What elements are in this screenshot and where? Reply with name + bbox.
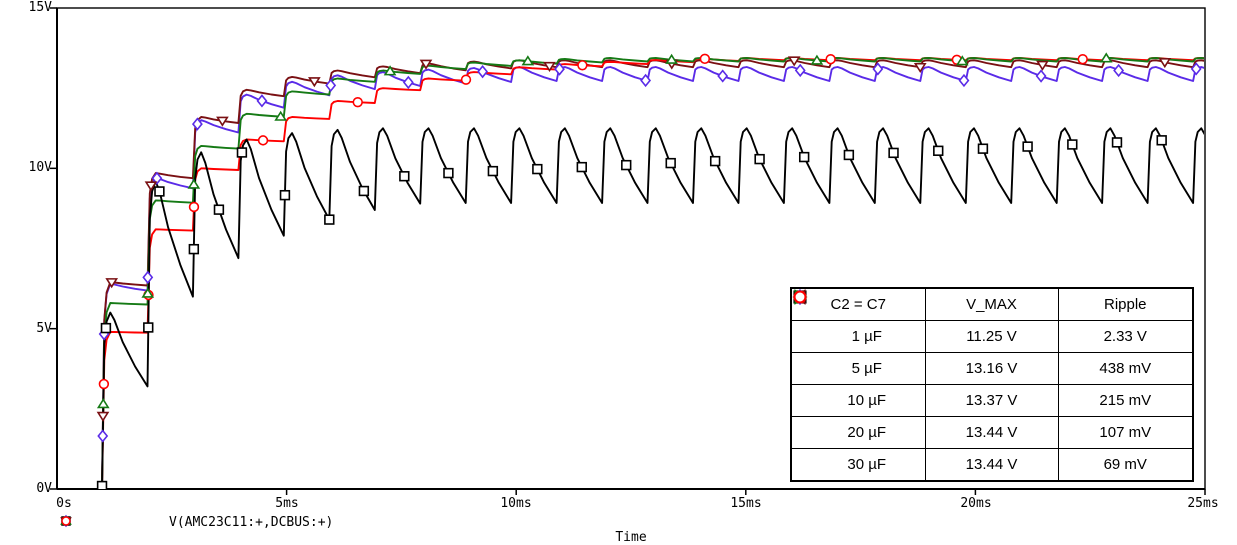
results-annotation-table: C2 = C7 V_MAX Ripple 1 µF 11.25 V 2.33 V… [790,287,1194,482]
diamond-marker-icon [796,65,805,76]
square-marker-icon [622,161,631,170]
ripple-value: 69 mV [1058,449,1193,482]
square-marker-icon [189,245,198,254]
vmax-value: 13.44 V [925,417,1058,449]
circle-marker-icon [353,98,362,107]
diamond-marker-icon [404,77,413,88]
square-marker-icon [238,148,247,157]
square-marker-icon [934,146,943,155]
diamond-marker-icon [1037,71,1046,82]
triangle-up-marker-icon [98,400,108,408]
triangle-down-marker-icon [100,514,121,530]
square-marker-icon [1157,136,1166,145]
diamond-marker-icon [718,71,727,82]
x-tick-label-0s: 0s [56,497,72,511]
square-marker-icon [400,172,409,181]
circle-marker-icon [578,61,587,70]
x-tick-label-25ms: 25ms [1187,497,1218,511]
diamond-marker-icon [326,80,335,91]
y-tick-label-0v: 0V [12,482,52,496]
table-header-row: C2 = C7 V_MAX Ripple [791,288,1193,321]
square-marker-icon [488,167,497,176]
diamond-marker-icon [143,272,152,283]
trace-expression-label: V(AMC23C11:+,DCBUS:+) [169,515,333,530]
x-tick-label-15ms: 15ms [730,497,761,511]
triangle-up-marker-icon [189,180,199,188]
circle-marker-icon [1078,55,1087,64]
square-marker-icon [807,329,823,345]
square-marker-icon [102,324,111,333]
square-marker-icon [666,159,675,168]
square-marker-icon [1068,140,1077,149]
triangle-left-marker-icon [807,393,823,409]
square-marker-icon [800,153,809,162]
square-marker-icon [144,323,153,332]
circle-marker-icon [142,514,163,530]
diamond-marker-icon [807,361,823,377]
diamond-marker-icon [1114,65,1123,76]
triangle-up-marker-icon [121,514,142,530]
square-marker-icon [755,155,764,164]
probe-plot-window: 15V 10V 5V 0V 0s 5ms 10ms 15ms 20ms 25ms… [0,0,1237,545]
circle-marker-icon [190,203,199,212]
square-marker-icon [444,169,453,178]
vmax-value: 13.16 V [925,353,1058,385]
circle-marker-icon [700,54,709,63]
circle-marker-icon [259,136,268,145]
table-row: 1 µF 11.25 V 2.33 V [791,321,1193,353]
square-marker-icon [533,165,542,174]
square-marker-icon [155,187,164,196]
square-marker-icon [1023,142,1032,151]
cap-value: 30 µF [823,456,925,473]
square-marker-icon [359,187,368,196]
table-row: 20 µF 13.44 V 107 mV [791,417,1193,449]
diamond-marker-icon [98,431,107,442]
table-row: 5 µF 13.16 V 438 mV [791,353,1193,385]
triangle-down-marker-icon [98,413,108,421]
square-marker-icon [711,157,720,166]
circle-marker-icon [826,55,835,64]
circle-marker-icon [795,292,806,303]
x-tick-label-5ms: 5ms [275,497,298,511]
ripple-value: 107 mV [1058,417,1193,449]
table-row: 30 µF 13.44 V 69 mV [791,449,1193,482]
ripple-value: 215 mV [1058,385,1193,417]
circle-marker-icon [462,75,471,84]
cap-value: 5 µF [823,360,925,377]
y-tick-label-10v: 10V [12,161,52,175]
vmax-value: 11.25 V [925,321,1058,353]
square-marker-icon [577,163,586,172]
triangle-right-marker-icon [807,425,823,441]
y-tick-label-5v: 5V [12,322,52,336]
square-marker-icon [979,144,988,153]
table-row: 10 µF 13.37 V 215 mV [791,385,1193,417]
square-marker-icon [215,205,224,214]
col-header-vmax: V_MAX [925,288,1058,321]
cap-value: 20 µF [823,424,925,441]
x-tick-label-10ms: 10ms [500,497,531,511]
square-marker-icon [1113,138,1122,147]
circle-marker-icon [99,380,108,389]
ripple-value: 438 mV [1058,353,1193,385]
vmax-value: 13.44 V [925,449,1058,482]
circle-marker-icon [807,457,823,473]
square-marker-icon [281,191,290,200]
diamond-marker-icon [79,514,100,530]
col-header-ripple: Ripple [1058,288,1193,321]
circle-marker-icon [62,517,70,525]
square-marker-icon [889,148,898,157]
x-tick-label-20ms: 20ms [960,497,991,511]
y-tick-label-15v: 15V [12,1,52,15]
trace-legend: V(AMC23C11:+,DCBUS:+) [58,513,333,531]
cap-value: 10 µF [823,392,925,409]
square-marker-icon [844,151,853,160]
square-marker-icon [325,215,334,224]
x-axis-title: Time [615,530,646,545]
ripple-value: 2.33 V [1058,321,1193,353]
col-header-cap: C2 = C7 [791,288,925,321]
diamond-marker-icon [478,66,487,77]
diamond-marker-icon [258,95,267,106]
vmax-value: 13.37 V [925,385,1058,417]
cap-value: 1 µF [823,328,925,345]
